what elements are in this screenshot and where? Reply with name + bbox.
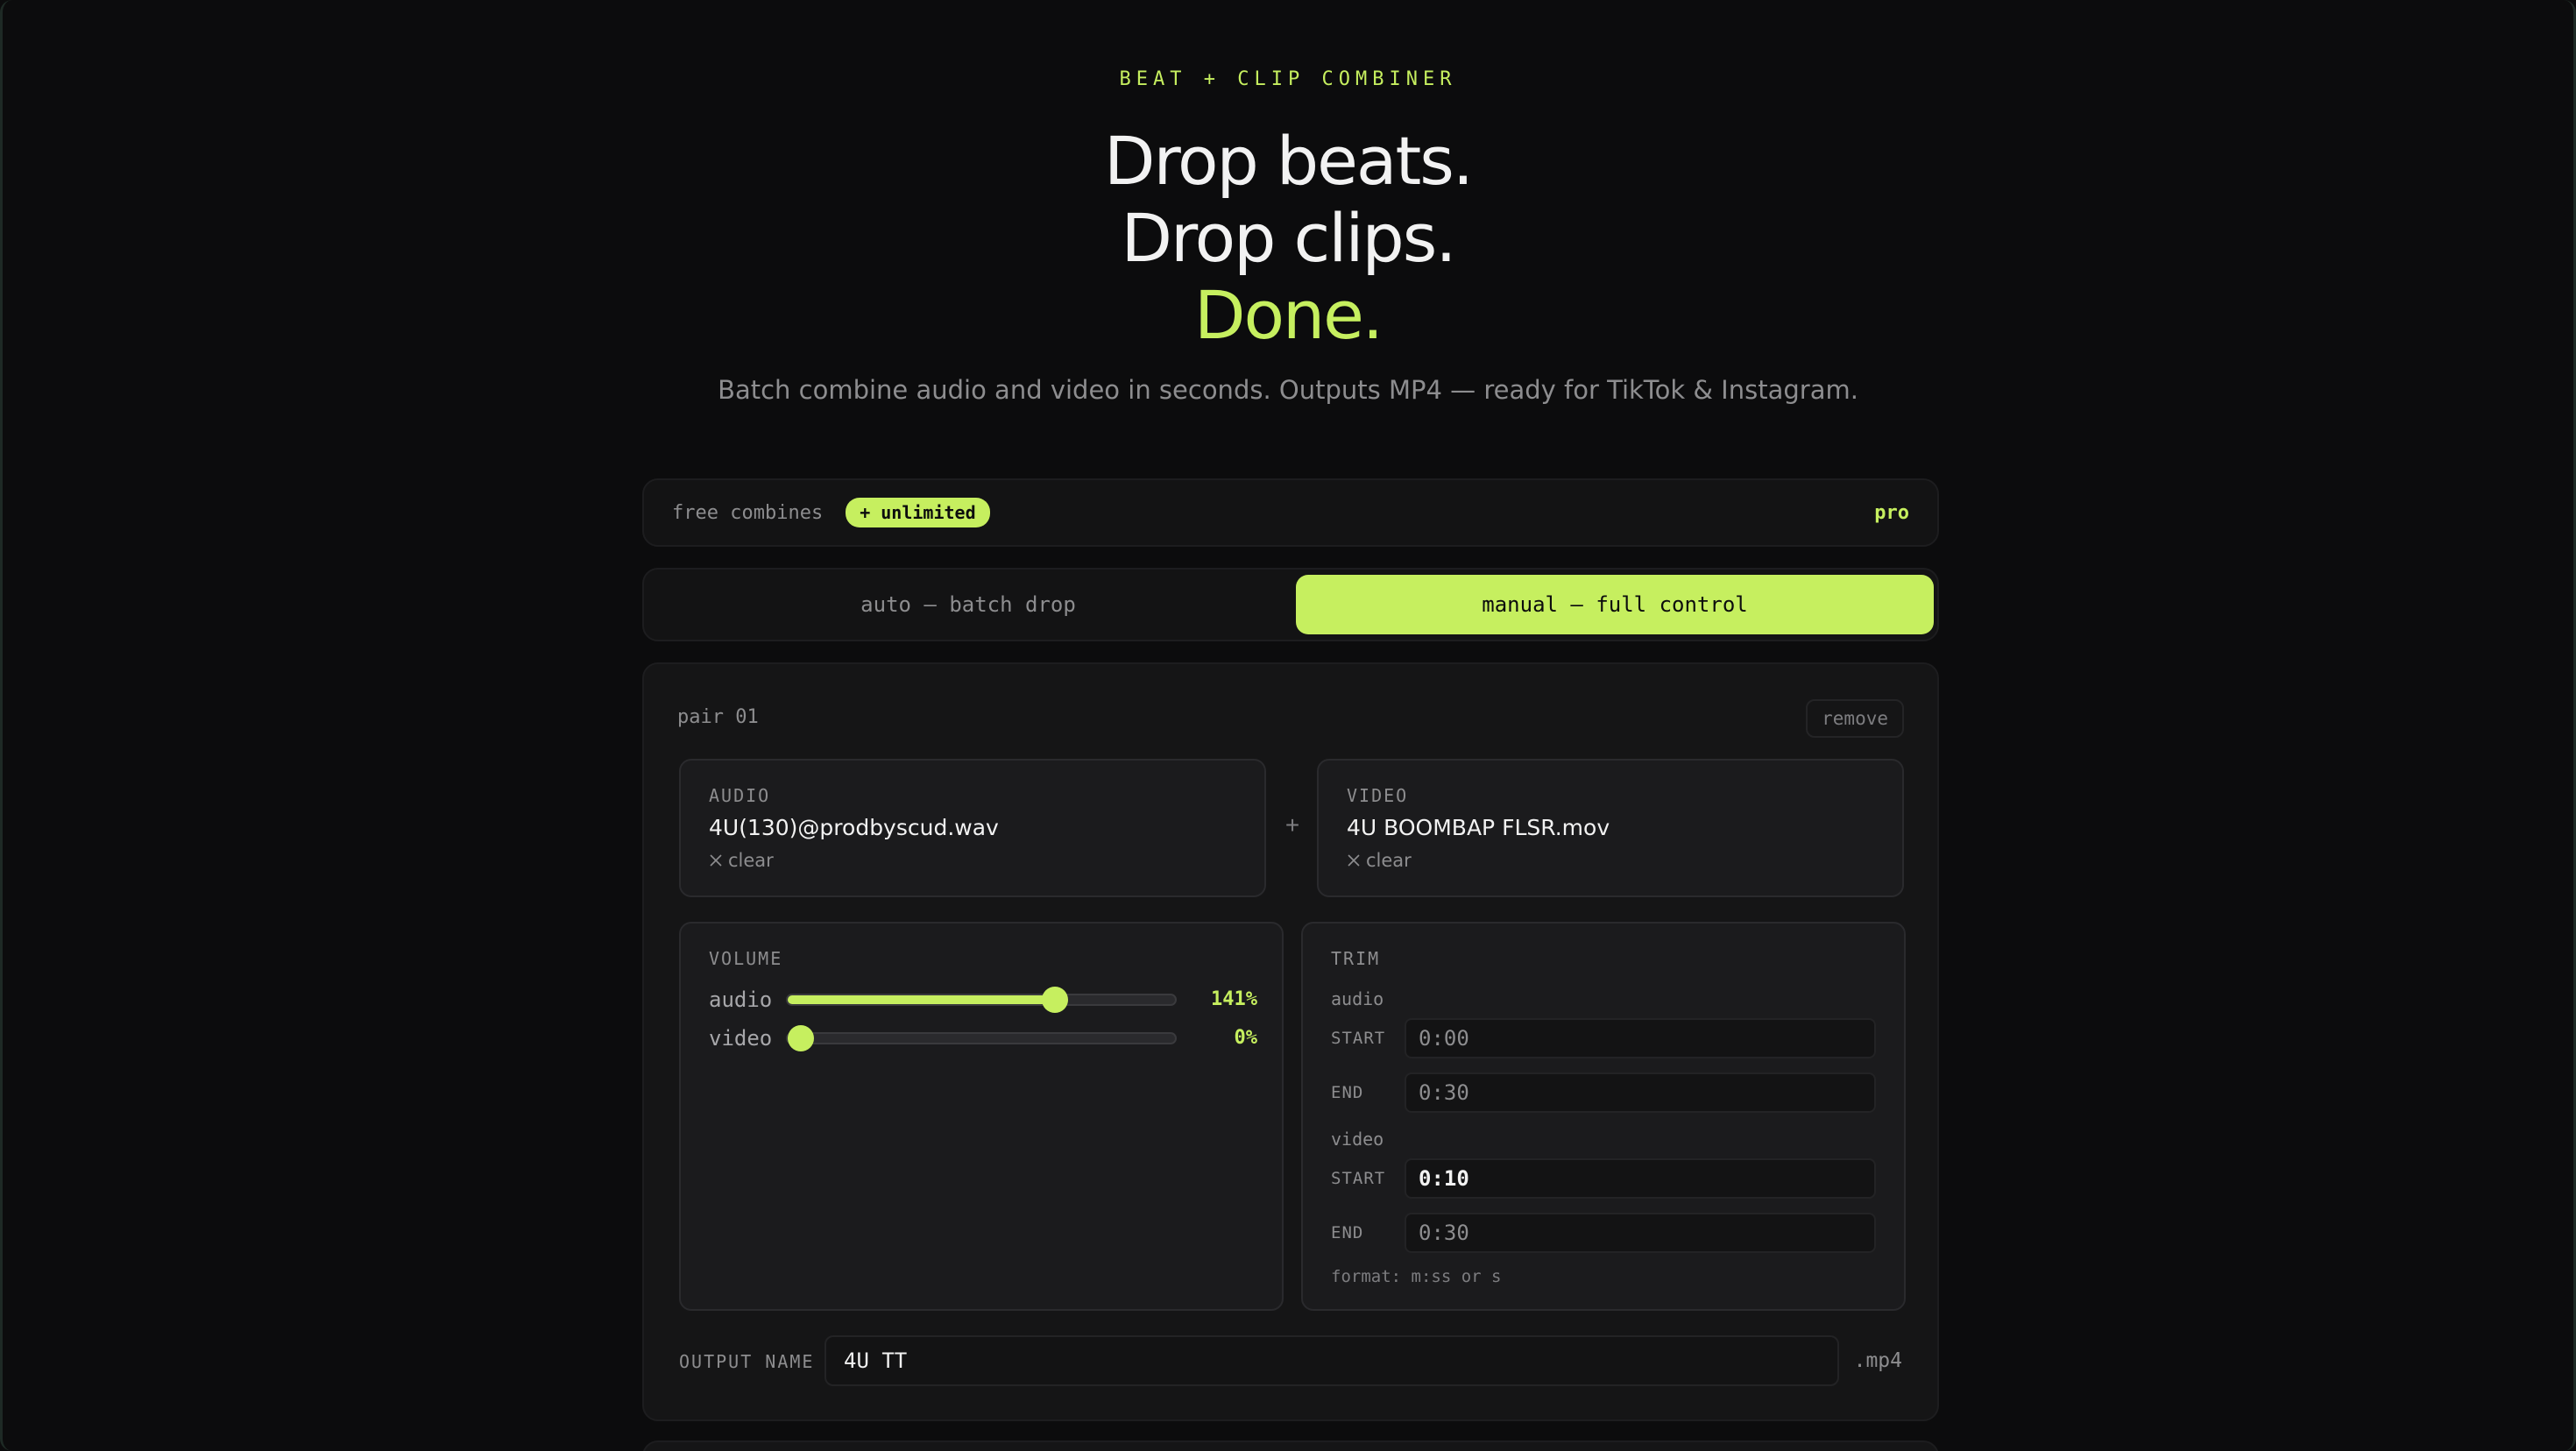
audio-start-label: START [1331,1029,1386,1048]
volume-title: VOLUME [709,948,783,969]
next-pair-card [642,1440,1939,1451]
plan-label[interactable]: pro [1874,480,1909,545]
trim-title: TRIM [1331,948,1381,969]
headline-line-2: Drop clips. [1121,199,1456,277]
trim-video-label: video [1331,1129,1384,1150]
close-icon [1348,854,1360,867]
headline-line-3: Done. [1193,276,1384,354]
pair-title: pair 01 [677,706,759,728]
video-file-name: 4U BOOMBAP FLSR.mov [1347,815,1610,840]
free-combines-label: free combines [672,501,824,524]
remove-pair-button[interactable]: remove [1806,699,1904,738]
video-file-slot[interactable]: VIDEO 4U BOOMBAP FLSR.mov clear [1317,759,1904,897]
usage-status-bar: free combines + unlimited pro [642,478,1939,547]
video-volume-slider[interactable] [786,1025,1177,1051]
video-slot-label: VIDEO [1347,785,1409,806]
audio-volume-label: audio [709,987,773,1012]
tab-manual-control[interactable]: manual — full control [1296,575,1934,634]
video-volume-row: video 0% [709,1025,1257,1051]
eyebrow-label: BEAT + CLIP COMBINER [1119,68,1457,90]
audio-file-slot[interactable]: AUDIO 4U(130)@prodbyscud.wav clear [679,759,1266,897]
usage-status-left: free combines + unlimited [672,480,990,545]
tab-auto-batch[interactable]: auto — batch drop [649,575,1287,634]
audio-file-name: 4U(130)@prodbyscud.wav [709,815,999,840]
trim-panel: TRIM audio START 0:00 END 0:30 video STA… [1301,922,1906,1311]
plus-icon: + [1284,811,1300,839]
video-end-input[interactable]: 0:30 [1405,1213,1876,1253]
trim-format-note: format: m:ss or s [1331,1267,1502,1286]
hero-subtitle: Batch combine audio and video in seconds… [718,375,1858,405]
output-extension: .mp4 [1853,1349,1902,1372]
audio-start-input[interactable]: 0:00 [1405,1018,1876,1058]
pair-card: pair 01 remove AUDIO 4U(130)@prodbyscud.… [642,662,1939,1421]
video-start-input[interactable]: 0:10 [1405,1158,1876,1199]
video-volume-value: 0% [1234,1027,1258,1049]
audio-volume-fill [788,995,1056,1004]
clear-video-label: clear [1366,850,1412,871]
audio-end-input[interactable]: 0:30 [1405,1072,1876,1113]
mode-switch: auto — batch drop manual — full control [642,568,1939,641]
trim-audio-label: audio [1331,988,1384,1009]
unlimited-badge: + unlimited [846,498,990,527]
video-volume-label: video [709,1026,773,1051]
audio-volume-thumb[interactable] [1042,987,1069,1013]
volume-panel: VOLUME audio 141% video 0% [679,922,1284,1311]
clear-video-button[interactable]: clear [1347,850,1412,871]
clear-audio-label: clear [728,850,774,871]
video-end-label: END [1331,1223,1364,1242]
audio-end-label: END [1331,1083,1364,1102]
close-icon [710,854,722,867]
video-start-label: START [1331,1169,1386,1188]
audio-volume-value: 141% [1211,988,1257,1010]
app-window: BEAT + CLIP COMBINER Drop beats. Drop cl… [0,0,2576,1451]
audio-slot-label: AUDIO [709,785,771,806]
output-name-label: OUTPUT NAME [679,1351,815,1372]
audio-volume-slider[interactable] [786,987,1177,1013]
video-volume-thumb[interactable] [788,1025,814,1051]
clear-audio-button[interactable]: clear [709,850,774,871]
audio-volume-row: audio 141% [709,987,1257,1013]
headline-line-1: Drop beats. [1103,122,1474,200]
output-name-input[interactable]: 4U TT [824,1335,1839,1386]
